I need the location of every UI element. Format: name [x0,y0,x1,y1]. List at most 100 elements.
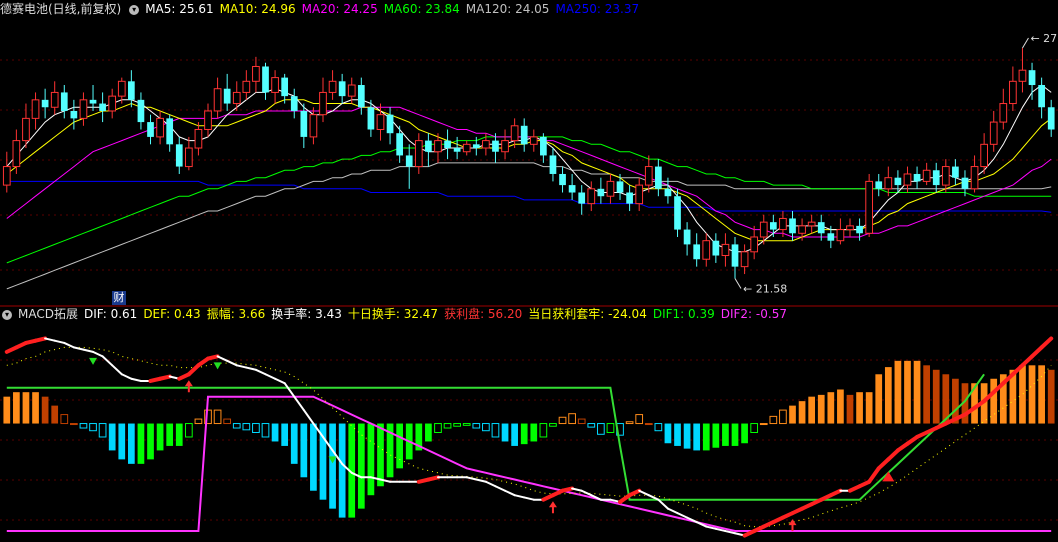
indicator-legend-3: 换手率: 3.43 [271,307,342,321]
candle-body-down [856,225,863,234]
candle-body-up [1018,69,1027,82]
macd-histogram-bar [731,423,739,446]
indicator-title[interactable]: MACD拓展 [18,307,78,321]
candle-body-up [836,229,845,242]
dif-line-segment [101,355,114,367]
candle-body-up [644,166,653,186]
candle-body-up [376,114,385,130]
buy-arrow-icon [548,501,557,514]
macd-histogram-bar [156,423,164,451]
macd-histogram-bar [759,423,768,426]
macd-histogram-bar [482,423,490,432]
macd-histogram-bar [147,423,154,460]
dif-line-segment [206,354,220,361]
macd-histogram-bar [128,423,135,464]
candle-body-up [328,80,337,93]
candle-body-up [414,140,423,168]
macd-histogram-bar [1038,365,1045,424]
candle-body-up [117,80,126,97]
macd-histogram-bar [377,423,384,487]
candle-body-down [559,173,566,186]
candle-body-up [721,243,730,257]
dif-line-segment [475,478,487,483]
macd-histogram-bar [89,423,97,432]
candle-body-down [626,192,633,204]
finance-marker[interactable]: 财 [112,291,126,305]
dif-line-segment [293,395,305,412]
macd-histogram-bar [606,423,615,433]
candle-body-up [922,169,931,182]
macd-histogram-bar [290,423,298,464]
indicator-legend-1: DEF: 0.43 [143,307,201,321]
candle-body-up [740,251,749,268]
price-panel: ← 27.56 ← 21.58 [2,32,1058,296]
dif-line-segment [33,336,48,343]
candle-body-up [970,166,979,190]
candle-body-up [999,103,1008,123]
dif-line-segment [828,488,843,498]
candle-body-down [540,136,547,156]
macd-histogram-bar [367,423,375,496]
dif-line-segment [494,485,507,492]
candle-body-down [444,140,451,149]
indicator-legend-4: 十日换手: 32.47 [347,307,439,321]
candle-body-up [1009,80,1017,105]
candle-body-up [750,236,759,253]
dif-line-segment [1039,336,1054,350]
candle-body-down [60,92,68,111]
candle-body-down [89,99,97,104]
dif-line-segment [111,364,123,376]
candle-body-down [1038,85,1045,108]
candle-body-up [434,140,442,153]
macd-histogram-bar [702,423,710,451]
candle-body-down [932,170,940,186]
chevron-down-icon[interactable]: ▾ [2,309,12,320]
macd-histogram-bar [798,401,806,424]
candle-body-down [549,155,557,174]
candle-body-down [357,85,365,108]
candle-body-up [79,99,88,119]
macd-histogram-bar [51,405,59,424]
indicator-legend-2: 振幅: 3.66 [206,307,266,321]
stock-title[interactable]: 德赛电池(日线,前复权) [0,2,121,16]
candle-body-up [635,184,644,205]
dif-line-segment [226,359,238,367]
candle-body-up [779,217,787,231]
macd-histogram-bar [817,394,825,424]
dif-line-segment [130,377,142,382]
candle-body-down [731,244,739,267]
candle-body-down [1028,70,1036,86]
macd-histogram-bar [779,409,787,425]
candle-body-down [492,140,499,152]
candle-body-down [396,133,403,156]
macd-histogram-bar [60,414,69,425]
macd-histogram-bar [462,423,471,426]
indicator-legend-8: DIF2: -0.57 [720,307,787,321]
dif-line-segment [72,346,85,351]
ma250-line [6,180,1052,213]
candle-body-up [941,166,950,186]
macd-histogram-bar [894,360,902,424]
candle-body-up [347,84,356,97]
candle-body-down [338,81,346,97]
annotation-arrow [734,278,742,289]
macd-histogram-bar [654,423,663,432]
dea-line [6,346,1052,528]
dif-line-segment [92,350,104,358]
macd-histogram-bar [577,418,586,425]
macd-histogram-bar [827,392,835,424]
dif-line-segment [274,377,286,385]
dif-line-segment [657,498,669,510]
dif-line-segment [666,507,679,515]
macd-histogram-bar [434,423,442,433]
candle-body-up [865,180,874,234]
candle-body-down [961,177,969,189]
stock-chart: ← 27.56 ← 21.58 [0,32,1058,538]
candle-body-up [587,188,596,205]
macd-histogram-bar [722,423,729,446]
annotation-arrow [1022,37,1029,49]
macd-histogram-bar [41,396,49,424]
candle-body-up [319,91,327,116]
chevron-down-icon[interactable]: ▾ [129,4,140,15]
candle-body-down [166,118,174,145]
